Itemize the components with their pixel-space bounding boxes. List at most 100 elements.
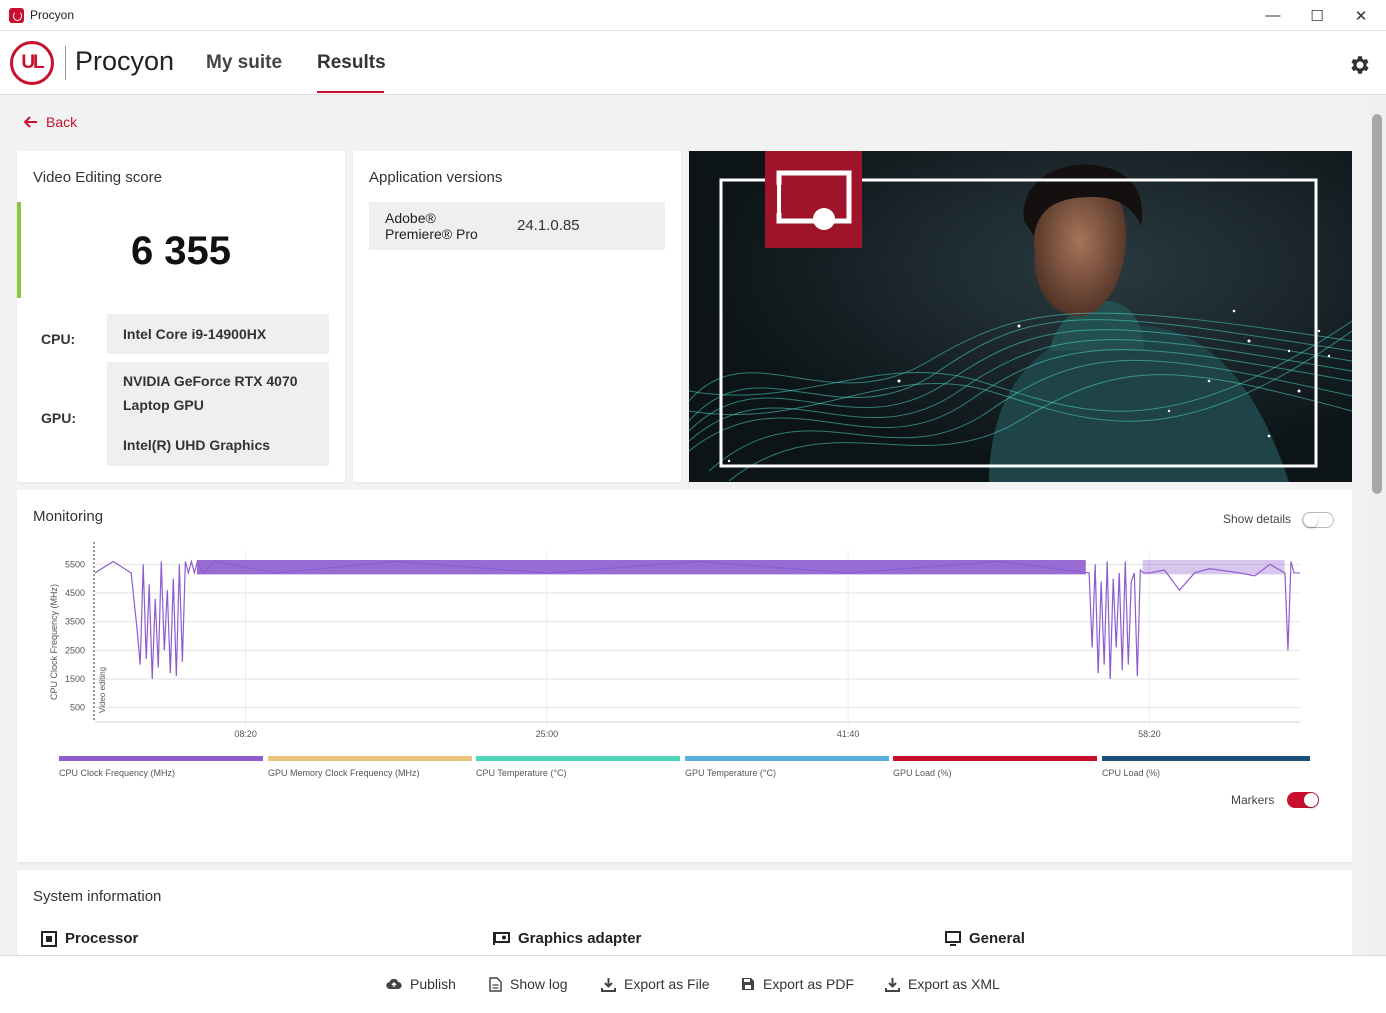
system-info-card: System information bbox=[17, 870, 1352, 960]
y-axis-tick-labels: 500 1500 2500 3500 4500 5500 bbox=[65, 559, 85, 712]
x-tick-label: 08:20 bbox=[234, 729, 257, 739]
window-title: Procyon bbox=[30, 8, 75, 22]
hero-illustration bbox=[689, 151, 1352, 482]
export-file-label: Export as File bbox=[624, 976, 710, 992]
legend-cpu-clock[interactable]: CPU Clock Frequency (MHz) bbox=[59, 756, 263, 778]
show-log-label: Show log bbox=[510, 976, 568, 992]
x-tick-label: 41:40 bbox=[837, 729, 860, 739]
app-versions-title: Application versions bbox=[369, 169, 503, 186]
logo-divider bbox=[65, 46, 66, 80]
export-xml-label: Export as XML bbox=[908, 976, 1000, 992]
y-tick-label: 5500 bbox=[65, 559, 85, 569]
brand-title: Procyon bbox=[75, 46, 175, 76]
procyon-app-icon bbox=[9, 8, 24, 23]
legend-swatch bbox=[476, 756, 680, 761]
cloud-upload-icon bbox=[386, 978, 402, 990]
processor-section-header[interactable]: Processor bbox=[41, 930, 138, 947]
markers-label: Markers bbox=[1231, 793, 1275, 807]
cpu-clock-chart: 500 1500 2500 3500 4500 5500 08:20 25:00 41:40 5… bbox=[49, 542, 1300, 739]
nav-results[interactable]: Results bbox=[317, 52, 386, 74]
close-button[interactable]: ✕ bbox=[1338, 0, 1384, 31]
toggle-knob bbox=[1304, 793, 1318, 807]
toggle-knob bbox=[1304, 513, 1318, 527]
show-log-button[interactable]: Show log bbox=[489, 976, 568, 992]
gpu-value-line: Laptop GPU bbox=[123, 397, 204, 413]
video-editing-marker-label: Video editing bbox=[98, 667, 107, 713]
legend-gpu-memory-clock[interactable]: GPU Memory Clock Frequency (MHz) bbox=[268, 756, 472, 778]
publish-label: Publish bbox=[410, 976, 456, 992]
legend-cpu-temperature[interactable]: CPU Temperature (°C) bbox=[476, 756, 680, 778]
export-file-button[interactable]: Export as File bbox=[601, 976, 710, 992]
y-tick-label: 1500 bbox=[65, 674, 85, 684]
legend-label: GPU Memory Clock Frequency (MHz) bbox=[268, 768, 420, 778]
y-tick-label: 4500 bbox=[65, 588, 85, 598]
y-tick-label: 500 bbox=[70, 703, 85, 713]
legend-swatch bbox=[59, 756, 263, 761]
score-value: 6 355 bbox=[130, 229, 232, 273]
legend-gpu-load[interactable]: GPU Load (%) bbox=[893, 756, 1097, 778]
app-versions-card: Application versions Adobe® Premiere® Pr… bbox=[353, 151, 681, 482]
show-details-toggle[interactable] bbox=[1302, 512, 1334, 528]
app-name: Adobe® Premiere® Pro bbox=[385, 210, 478, 242]
export-pdf-label: Export as PDF bbox=[763, 976, 855, 992]
legend-label: CPU Temperature (°C) bbox=[476, 768, 567, 778]
legend-swatch bbox=[1102, 756, 1310, 761]
general-section-header[interactable]: General bbox=[945, 930, 1025, 947]
save-icon bbox=[742, 978, 754, 990]
cpu-label: CPU: bbox=[41, 331, 76, 347]
legend-label: GPU Load (%) bbox=[893, 768, 952, 778]
series-jitter-band bbox=[196, 560, 1086, 575]
ul-logo: UL bbox=[10, 41, 54, 85]
legend-swatch bbox=[685, 756, 889, 761]
y-tick-label: 3500 bbox=[65, 617, 85, 627]
monitoring-title: Monitoring bbox=[33, 508, 104, 525]
gpu-value-line: Intel(R) UHD Graphics bbox=[123, 437, 271, 453]
minimize-button[interactable]: — bbox=[1250, 0, 1296, 31]
monitor-icon bbox=[945, 931, 961, 946]
nav-my-suite[interactable]: My suite bbox=[206, 52, 282, 74]
x-tick-label: 25:00 bbox=[536, 729, 559, 739]
markers-toggle[interactable] bbox=[1287, 792, 1319, 808]
processor-icon bbox=[41, 930, 57, 947]
gpu-value-box: NVIDIA GeForce RTX 4070 Laptop GPU Intel… bbox=[107, 362, 329, 466]
app-version-row: Adobe® Premiere® Pro 24.1.0.85 bbox=[369, 202, 665, 250]
maximize-button[interactable]: ☐ bbox=[1294, 0, 1340, 31]
export-pdf-button[interactable]: Export as PDF bbox=[741, 976, 854, 992]
download-icon bbox=[601, 977, 616, 992]
gear-icon[interactable] bbox=[1347, 53, 1371, 77]
score-card: Video Editing score 6 355 CPU: Intel Cor… bbox=[17, 151, 345, 482]
legend-swatch bbox=[268, 756, 472, 761]
download-icon bbox=[885, 977, 900, 992]
x-tick-label: 58:20 bbox=[1138, 729, 1161, 739]
score-card-title: Video Editing score bbox=[33, 169, 162, 186]
cpu-clock-series-line bbox=[94, 559, 1300, 680]
legend-swatch bbox=[893, 756, 1097, 761]
legend-label: CPU Clock Frequency (MHz) bbox=[59, 768, 176, 778]
back-link[interactable]: Back bbox=[24, 114, 77, 130]
gpu-value-line: NVIDIA GeForce RTX 4070 bbox=[123, 373, 298, 389]
processor-label: Processor bbox=[65, 930, 139, 947]
graphics-adapter-label: Graphics adapter bbox=[518, 930, 642, 947]
y-tick-label: 2500 bbox=[65, 645, 85, 655]
action-bar: Publish Show log Export as File Export a… bbox=[0, 955, 1386, 1013]
app-header: UL Procyon My suite Results bbox=[0, 31, 1386, 95]
x-axis-tick-labels: 08:20 25:00 41:40 58:20 bbox=[234, 729, 1160, 739]
back-label: Back bbox=[46, 114, 78, 130]
arrow-left-icon bbox=[24, 116, 37, 128]
document-icon bbox=[489, 976, 502, 992]
publish-button[interactable]: Publish bbox=[386, 976, 456, 992]
y-axis-label: CPU Clock Frequency (MHz) bbox=[49, 584, 59, 700]
system-info-title: System information bbox=[33, 888, 162, 905]
export-xml-button[interactable]: Export as XML bbox=[885, 976, 1000, 992]
scrollbar-thumb[interactable] bbox=[1372, 114, 1382, 494]
show-details-label: Show details bbox=[1223, 512, 1292, 526]
general-label: General bbox=[969, 930, 1025, 947]
app-version: 24.1.0.85 bbox=[517, 217, 580, 234]
graphics-adapter-section-header[interactable]: Graphics adapter bbox=[493, 930, 641, 947]
legend-gpu-temperature[interactable]: GPU Temperature (°C) bbox=[685, 756, 889, 778]
cpu-value: Intel Core i9-14900HX bbox=[107, 314, 329, 354]
legend-cpu-load[interactable]: CPU Load (%) bbox=[1102, 756, 1310, 778]
legend-label: CPU Load (%) bbox=[1102, 768, 1161, 778]
video-editing-hero-image bbox=[689, 151, 1352, 482]
title-bar: Procyon — ☐ ✕ bbox=[0, 0, 1386, 31]
